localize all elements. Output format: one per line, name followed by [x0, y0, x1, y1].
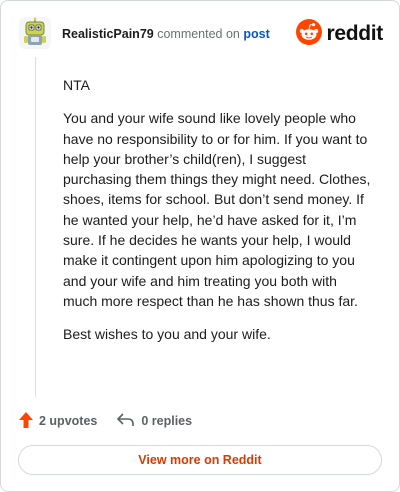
reddit-logo-icon [296, 18, 323, 50]
comment-header: RealisticPain79 commented on post reddit [19, 17, 383, 51]
comment-embed-card: RealisticPain79 commented on post reddit… [0, 0, 400, 492]
reply-arrow-icon [117, 412, 141, 430]
comment-paragraph: Best wishes to you and your wife. [63, 326, 271, 343]
reddit-wordmark: reddit [326, 22, 383, 45]
thread-line [35, 57, 36, 397]
commented-on-text: commented on [157, 27, 240, 41]
reply-button[interactable]: 0 replies [117, 412, 193, 430]
upvote-arrow-icon [19, 411, 39, 431]
upvote-button[interactable]: 2 upvotes [19, 411, 98, 431]
comment-actions: 2 upvotes 0 replies [19, 411, 212, 431]
upvote-count: 2 upvotes [39, 414, 98, 428]
reddit-brand[interactable]: reddit [296, 18, 383, 50]
comment-paragraph: You and your wife sound like lovely peop… [63, 110, 371, 309]
reply-count: 0 replies [141, 414, 193, 428]
view-more-button[interactable]: View more on Reddit [18, 445, 382, 475]
comment-paragraph: NTA [63, 77, 90, 93]
username-link[interactable]: RealisticPain79 [62, 27, 154, 41]
comment-body: NTA You and your wife sound like lovely … [63, 75, 375, 358]
snoo-avatar-icon[interactable] [19, 17, 51, 49]
post-link[interactable]: post [243, 27, 269, 41]
comment-meta: RealisticPain79 commented on post [62, 27, 270, 41]
